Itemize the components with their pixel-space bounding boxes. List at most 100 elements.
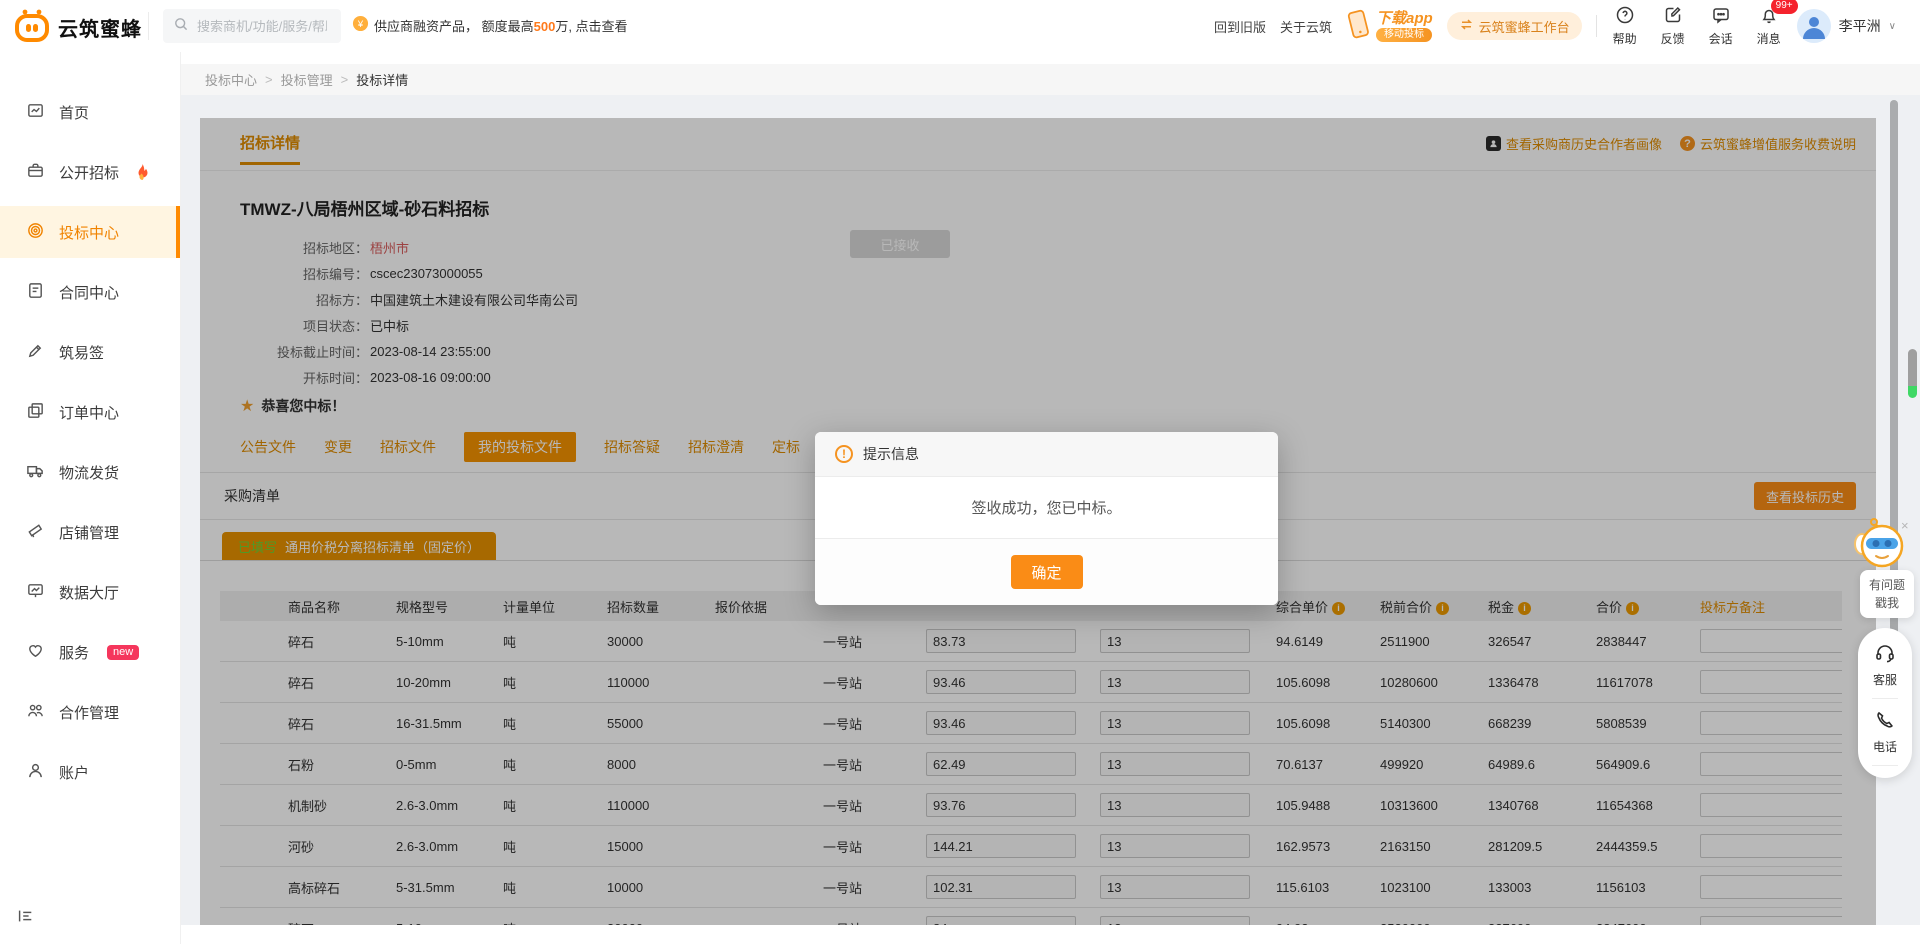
cell-pre-tax-total: 2511900 bbox=[1370, 621, 1478, 662]
price-list-tab[interactable]: 已填写 通用价税分离招标清单（固定价） bbox=[222, 532, 496, 560]
remark-input[interactable] bbox=[1700, 670, 1842, 694]
sidebar-item[interactable]: 筑易签 bbox=[0, 326, 180, 378]
tax-rate-input[interactable] bbox=[1100, 793, 1250, 817]
sidebar-item[interactable]: 账户 bbox=[0, 746, 180, 798]
tax-rate-input[interactable] bbox=[1100, 916, 1250, 925]
chevron-down-icon: ∨ bbox=[1889, 21, 1896, 32]
header-nav-item[interactable]: 消息 99+ bbox=[1755, 5, 1783, 47]
service-item[interactable]: 客服 bbox=[1873, 642, 1897, 688]
modal-footer: 确定 bbox=[815, 539, 1278, 605]
search-input[interactable] bbox=[195, 18, 329, 35]
remark-input[interactable] bbox=[1700, 752, 1842, 776]
sidebar-item[interactable]: 合作管理 bbox=[0, 686, 180, 738]
about-link[interactable]: 关于云筑 bbox=[1280, 17, 1332, 36]
header-nav-item[interactable]: 反馈 bbox=[1659, 5, 1687, 47]
cell-unit: 吨 bbox=[493, 744, 597, 785]
cell-unit: 吨 bbox=[493, 703, 597, 744]
cell-station: 一号站 bbox=[813, 867, 916, 908]
cell-spec: 10-20mm bbox=[386, 662, 493, 703]
tax-rate-input[interactable] bbox=[1100, 629, 1250, 653]
tax-rate-input[interactable] bbox=[1100, 834, 1250, 858]
search-box[interactable] bbox=[163, 9, 341, 43]
finance-promo-link[interactable]: ¥ 供应商融资产品， 额度最高500万, 点击查看 bbox=[352, 15, 628, 35]
sidebar-item[interactable]: 数据大厅 bbox=[0, 566, 180, 618]
user-menu[interactable]: 李平洲 ∨ bbox=[1797, 9, 1896, 43]
sidebar-item[interactable]: 订单中心 bbox=[0, 386, 180, 438]
header-nav-item[interactable]: 帮助 bbox=[1611, 5, 1639, 47]
price-input[interactable] bbox=[926, 834, 1076, 858]
tax-rate-input[interactable] bbox=[1100, 670, 1250, 694]
remark-input[interactable] bbox=[1700, 793, 1842, 817]
search-icon bbox=[173, 16, 189, 37]
detail-tab[interactable]: 定标 bbox=[772, 432, 800, 462]
cell-basis bbox=[705, 785, 813, 826]
remark-input[interactable] bbox=[1700, 875, 1842, 899]
cell-station: 一号站 bbox=[813, 744, 916, 785]
detail-tab[interactable]: 变更 bbox=[324, 432, 352, 462]
tab-bid-detail[interactable]: 招标详情 bbox=[240, 132, 300, 165]
card-header: 招标详情 查看采购商历史合作者画像 ? 云筑蜜蜂增值服务收费说明 bbox=[200, 118, 1876, 171]
headset-icon bbox=[1874, 642, 1896, 667]
download-app-badge[interactable]: 下载app 移动投标 bbox=[1346, 9, 1433, 44]
star-icon: ★ bbox=[240, 396, 254, 416]
info-icon[interactable] bbox=[1626, 602, 1639, 615]
price-input[interactable] bbox=[926, 711, 1076, 735]
price-input[interactable] bbox=[926, 629, 1076, 653]
old-version-link[interactable]: 回到旧版 bbox=[1214, 17, 1266, 36]
cell-basis bbox=[705, 908, 813, 926]
helper-bee-mascot[interactable] bbox=[1852, 516, 1908, 575]
promo-text: 供应商融资产品， 额度最高500万, 点击查看 bbox=[374, 16, 628, 35]
cell-tax: 281209.5 bbox=[1478, 826, 1586, 867]
sidebar-item[interactable]: 服务 new bbox=[0, 626, 180, 678]
detail-tab[interactable]: 我的投标文件 bbox=[464, 432, 576, 462]
cell-total: 2847600 bbox=[1586, 908, 1690, 926]
tax-rate-input[interactable] bbox=[1100, 752, 1250, 776]
breadcrumb-item: 投标详情 > bbox=[356, 70, 408, 89]
detail-tab[interactable]: 招标文件 bbox=[380, 432, 436, 462]
info-icon[interactable] bbox=[1436, 602, 1449, 615]
truck-icon bbox=[26, 461, 45, 484]
sidebar-item[interactable]: 店铺管理 bbox=[0, 506, 180, 558]
detail-tab[interactable]: 公告文件 bbox=[240, 432, 296, 462]
sidebar-item[interactable]: 物流发货 bbox=[0, 446, 180, 498]
tax-rate-input[interactable] bbox=[1100, 711, 1250, 735]
column-header: 税金 bbox=[1478, 591, 1586, 621]
sidebar-item[interactable]: 投标中心 bbox=[0, 206, 180, 258]
header-nav-item[interactable]: 会话 bbox=[1707, 5, 1735, 47]
info-icon[interactable] bbox=[1332, 602, 1345, 615]
detail-tab[interactable]: 招标澄清 bbox=[688, 432, 744, 462]
price-input[interactable] bbox=[926, 752, 1076, 776]
sidebar-item[interactable]: 公开招标 bbox=[0, 146, 180, 198]
confirm-button[interactable]: 确定 bbox=[1011, 555, 1083, 589]
remark-input[interactable] bbox=[1700, 834, 1842, 858]
close-icon[interactable]: × bbox=[1901, 518, 1909, 533]
cell-combined-price: 94.6149 bbox=[1266, 621, 1370, 662]
service-item[interactable]: 电话 bbox=[1873, 709, 1897, 755]
info-icon[interactable] bbox=[1518, 602, 1531, 615]
remark-input[interactable] bbox=[1700, 629, 1842, 653]
received-button[interactable]: 已接收 bbox=[850, 230, 950, 258]
price-input[interactable] bbox=[926, 916, 1076, 925]
price-input[interactable] bbox=[926, 875, 1076, 899]
helper-bubble[interactable]: 有问题 戳我 bbox=[1860, 570, 1914, 618]
tax-rate-input[interactable] bbox=[1100, 875, 1250, 899]
cell-station: 一号站 bbox=[813, 703, 916, 744]
remark-input[interactable] bbox=[1700, 711, 1842, 735]
brand-logo[interactable]: 云筑蜜蜂 bbox=[14, 8, 142, 47]
cell-combined-price: 162.9573 bbox=[1266, 826, 1370, 867]
price-input[interactable] bbox=[926, 670, 1076, 694]
column-header: 招标数量 bbox=[597, 591, 705, 621]
divider bbox=[148, 12, 149, 40]
buyer-portrait-link[interactable]: 查看采购商历史合作者画像 bbox=[1486, 134, 1662, 153]
remark-input[interactable] bbox=[1700, 916, 1842, 925]
bid-history-button[interactable]: 查看投标历史 bbox=[1754, 482, 1856, 510]
service-fees-link[interactable]: ? 云筑蜜蜂增值服务收费说明 bbox=[1680, 134, 1856, 153]
collapse-sidebar-icon[interactable] bbox=[16, 907, 34, 930]
sidebar-item[interactable]: 合同中心 bbox=[0, 266, 180, 318]
user-name: 李平洲 bbox=[1839, 16, 1881, 36]
sidebar-item[interactable]: 首页 bbox=[0, 86, 180, 138]
workbench-pill[interactable]: 云筑蜜蜂工作台 bbox=[1447, 12, 1582, 40]
price-input[interactable] bbox=[926, 793, 1076, 817]
bid-field-row: 招标地区 梧州市 bbox=[200, 234, 1876, 260]
detail-tab[interactable]: 招标答疑 bbox=[604, 432, 660, 462]
